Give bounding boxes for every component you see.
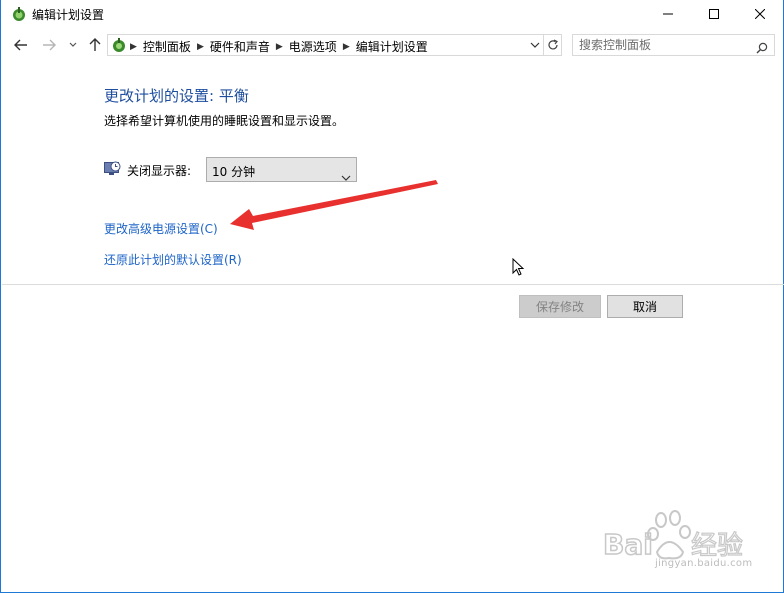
mouse-cursor-icon bbox=[512, 258, 525, 276]
window: 编辑计划设置 ▶ 控制面板 ▶ 硬件和声音 ▶ 电源选项 ▶ 编辑计划设置 搜索… bbox=[0, 0, 784, 593]
baidu-paw-logo: Bai 经验 bbox=[602, 510, 744, 562]
watermark-url: jingyan.baidu.com bbox=[655, 558, 753, 569]
svg-text:经验: 经验 bbox=[691, 531, 743, 561]
annotation-arrow bbox=[230, 180, 438, 230]
svg-text:Bai: Bai bbox=[603, 528, 653, 561]
